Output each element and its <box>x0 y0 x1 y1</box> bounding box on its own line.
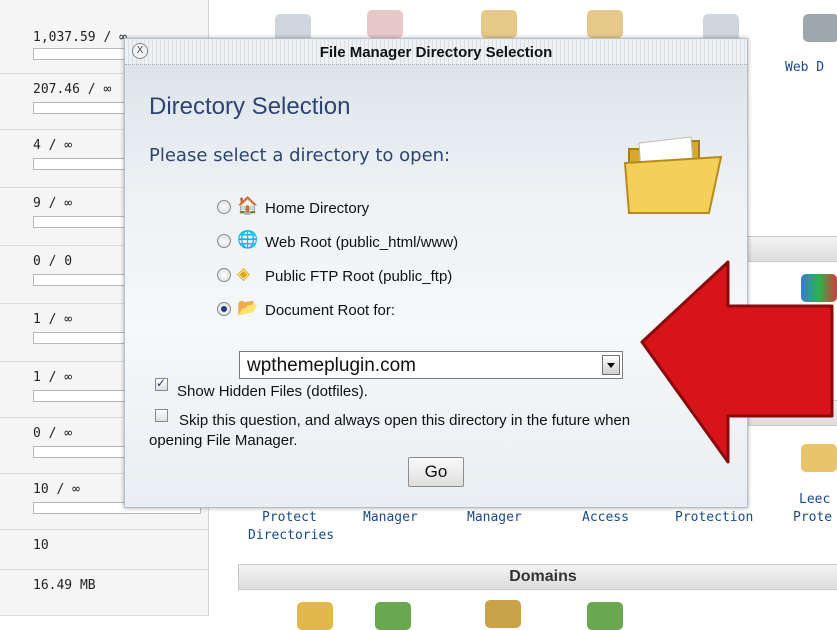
skip-question-checkbox[interactable] <box>155 409 168 422</box>
dialog-heading: Directory Selection <box>149 93 351 120</box>
skip-question-label-cont[interactable]: opening File Manager. <box>149 432 297 449</box>
red-arrow-annotation <box>640 260 834 464</box>
section-title: Domains <box>509 568 577 585</box>
domain-icon[interactable] <box>375 602 411 630</box>
domain-icon[interactable] <box>587 602 623 630</box>
stat-value: 1,037.59 / ∞ <box>33 30 127 45</box>
web-root-radio[interactable] <box>217 234 231 248</box>
ftp-icon: ◈ <box>237 264 251 284</box>
folder-icon[interactable] <box>587 10 623 38</box>
row-label[interactable]: Manager <box>363 510 418 525</box>
stat-value: 0 / 0 <box>33 254 73 269</box>
row-label[interactable]: Protect <box>262 510 317 525</box>
stat-value: 10 <box>33 538 49 553</box>
domain-select[interactable]: wpthemeplugin.com <box>239 351 623 379</box>
network-icon[interactable] <box>803 14 837 42</box>
option-label: Home Directory <box>265 200 370 217</box>
home-icon: 🏠 <box>237 196 259 216</box>
dialog-titlebar[interactable]: X File Manager Directory Selection <box>125 39 747 65</box>
chevron-down-icon[interactable] <box>602 355 620 375</box>
stat-value: 207.46 / ∞ <box>33 82 112 97</box>
stat-row: 16.49 MB <box>0 570 208 616</box>
option-label: Public FTP Root (public_ftp) <box>265 268 453 285</box>
dialog-title: File Manager Directory Selection <box>319 44 553 61</box>
stat-value: 9 / ∞ <box>33 196 73 211</box>
row-label[interactable]: Access <box>582 510 629 525</box>
public-ftp-radio[interactable] <box>217 268 231 282</box>
web-disk-label[interactable]: Web D <box>785 60 824 75</box>
dialog-subheading: Please select a directory to open: <box>149 145 451 166</box>
open-folder-icon <box>623 136 723 214</box>
option-label: Web Root (public_html/www) <box>265 234 459 251</box>
row-label[interactable]: Directories <box>248 528 334 543</box>
stat-value: 10 / ∞ <box>33 482 80 497</box>
row-label[interactable]: Protection <box>675 510 753 525</box>
stat-value: 16.49 MB <box>33 578 96 593</box>
skip-question-label[interactable]: Skip this question, and always open this… <box>179 412 630 429</box>
option-label: Document Root for: <box>265 302 396 319</box>
home-directory-radio[interactable] <box>217 200 231 214</box>
leech-label[interactable]: Prote <box>793 510 832 525</box>
show-hidden-label[interactable]: Show Hidden Files (dotfiles). <box>177 383 368 400</box>
stat-value: 1 / ∞ <box>33 370 73 385</box>
document-root-radio[interactable] <box>217 302 231 316</box>
domain-icon[interactable] <box>297 602 333 630</box>
tools-icon[interactable] <box>367 10 403 38</box>
folder-icon: 📂 <box>237 298 259 318</box>
show-hidden-checkbox[interactable] <box>155 376 168 391</box>
stat-row: 10 <box>0 530 208 570</box>
domains-section-header: Domains <box>238 564 837 590</box>
folder-icon[interactable] <box>481 10 517 38</box>
stat-value: 1 / ∞ <box>33 312 73 327</box>
domain-select-value: wpthemeplugin.com <box>247 355 416 376</box>
www-icon[interactable] <box>485 600 521 628</box>
go-button[interactable]: Go <box>408 457 464 487</box>
leech-label[interactable]: Leec <box>799 492 830 507</box>
globe-icon: 🌐 <box>237 230 259 250</box>
stat-value: 4 / ∞ <box>33 138 73 153</box>
stat-value: 0 / ∞ <box>33 426 73 441</box>
row-label[interactable]: Manager <box>467 510 522 525</box>
